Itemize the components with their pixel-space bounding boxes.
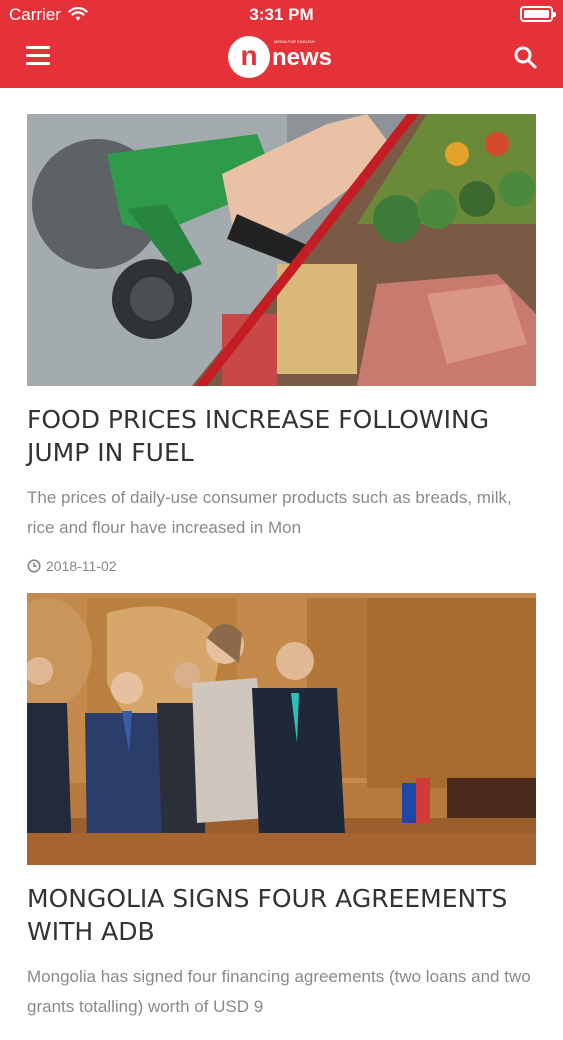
article-headline[interactable]: FOOD PRICES INCREASE FOLLOWING JUMP IN F… <box>27 403 536 469</box>
article-image-signing[interactable] <box>2 593 537 865</box>
app-header: Carrier 3:31 PM n MEDIA FOR ENGLISH news <box>0 0 563 88</box>
logo-word: news <box>272 44 333 71</box>
search-icon[interactable] <box>513 45 537 69</box>
article-summary: Mongolia has signed four financing agree… <box>27 967 531 1016</box>
article-image-fuel-food[interactable] <box>27 114 536 386</box>
app-logo[interactable]: n MEDIA FOR ENGLISH news <box>228 36 340 80</box>
battery-icon <box>520 6 556 22</box>
clock-icon <box>27 559 41 573</box>
news-feed: FOOD PRICES INCREASE FOLLOWING JUMP IN F… <box>2 114 537 1040</box>
hamburger-menu-icon[interactable] <box>26 46 50 68</box>
logo-letter: n <box>228 36 270 78</box>
article-card[interactable]: MONGOLIA SIGNS FOUR AGREEMENTS WITH ADB … <box>2 593 537 1022</box>
article-date: 2018-11-02 <box>46 558 117 574</box>
status-bar: Carrier 3:31 PM <box>0 0 563 30</box>
article-card[interactable]: FOOD PRICES INCREASE FOLLOWING JUMP IN F… <box>27 114 536 575</box>
article-summary: The prices of daily-use consumer product… <box>27 488 512 537</box>
status-time: 3:31 PM <box>249 5 314 24</box>
article-headline[interactable]: MONGOLIA SIGNS FOUR AGREEMENTS WITH ADB <box>27 882 536 948</box>
article-meta: 2018-11-02 <box>27 557 536 575</box>
